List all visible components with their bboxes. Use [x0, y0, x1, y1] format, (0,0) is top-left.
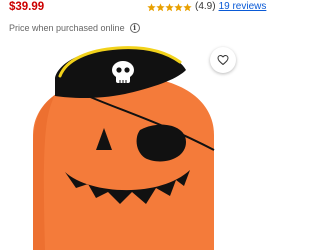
- info-icon[interactable]: i: [129, 23, 140, 33]
- rating-summary: (4.9) 19 reviews: [147, 1, 266, 13]
- rating-value: (4.9): [195, 1, 216, 12]
- price-note: Price when purchased online i: [9, 22, 140, 34]
- eye-patch: [136, 124, 186, 162]
- favorite-button[interactable]: [210, 47, 236, 73]
- star-icon: [147, 2, 156, 11]
- price-note-text: Price when purchased online: [9, 23, 125, 33]
- heart-icon: [217, 55, 229, 65]
- star-icon: [165, 2, 174, 11]
- reviews-link[interactable]: 19 reviews: [219, 1, 267, 13]
- product-price: $39.99: [9, 1, 45, 13]
- rating-stars: [147, 2, 192, 12]
- star-icon: [156, 2, 165, 11]
- star-icon: [174, 2, 183, 11]
- star-icon: [183, 2, 192, 11]
- pumpkin-body: [33, 76, 214, 250]
